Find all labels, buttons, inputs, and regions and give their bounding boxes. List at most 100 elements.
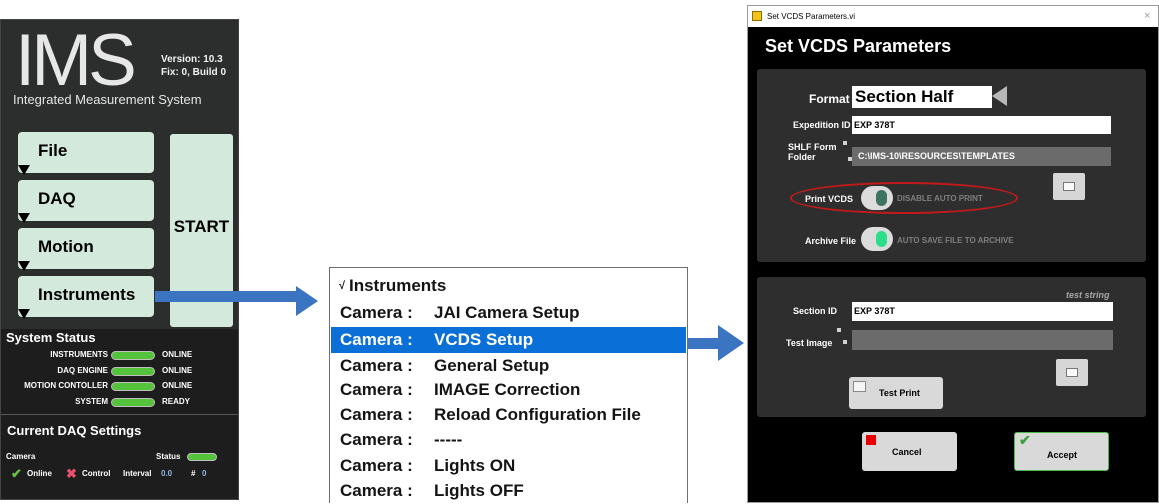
close-icon[interactable]: × — [1144, 6, 1150, 27]
menu-label: DAQ — [38, 189, 76, 208]
shlf-folder-path-field[interactable]: C:\IMS-10\RESOURCES\TEMPLATES — [852, 147, 1111, 166]
archive-file-toggle[interactable] — [861, 227, 893, 251]
status-label: DAQ ENGINE — [57, 366, 108, 375]
browse-image-button[interactable] — [1056, 359, 1088, 386]
menu-label: File — [38, 141, 68, 160]
menu-label: Instruments — [38, 285, 136, 304]
menu-item-general-setup[interactable]: Camera : General Setup — [331, 353, 686, 379]
dropdown-triangle-icon — [18, 213, 30, 223]
menu-item-label: General Setup — [434, 356, 550, 375]
menu-item-label: ----- — [434, 430, 463, 449]
build-number: Fix: 0, Build 0 — [161, 67, 227, 78]
test-print-label: Test Print — [879, 388, 920, 398]
accept-label: Accept — [1047, 450, 1078, 460]
toggle-knob — [876, 190, 887, 206]
test-print-button[interactable]: Test Print — [849, 377, 943, 409]
menu-item-reload-configuration[interactable]: Camera : Reload Configuration File — [331, 402, 686, 428]
expedition-id-field[interactable]: EXP 378T — [852, 116, 1111, 134]
menu-item-separator[interactable]: Camera : ----- — [331, 427, 686, 453]
version-info: Version: 10.3 Fix: 0, Build 0 — [161, 53, 226, 79]
dropdown-triangle-icon — [18, 165, 30, 175]
printer-icon — [853, 381, 866, 392]
interval-label: Interval — [123, 469, 152, 478]
cancel-button[interactable]: Cancel — [862, 432, 957, 471]
dropdown-header-instruments[interactable]: √ Instruments — [331, 273, 686, 299]
archive-toggle-text: AUTO SAVE FILE TO ARCHIVE — [897, 236, 1014, 245]
menu-item-label: JAI Camera Setup — [434, 303, 580, 322]
menu-item-vcds-setup[interactable]: Camera : VCDS Setup — [331, 327, 686, 353]
daq-status-label: Status — [156, 452, 181, 461]
print-vcds-label: Print VCDS — [805, 194, 854, 204]
dropdown-triangle-icon — [18, 261, 30, 271]
menu-item-category: Camera : — [340, 456, 413, 475]
arrow-head-icon — [296, 286, 318, 316]
dialog-titlebar: Set VCDS Parameters.vi × — [748, 6, 1158, 27]
arrow-head-icon — [718, 325, 744, 361]
format-selector[interactable]: Section Half — [852, 86, 992, 108]
status-value: ONLINE — [162, 366, 193, 375]
checkmark-icon: ✔ — [11, 466, 22, 481]
vcds-dialog-window: Set VCDS Parameters.vi × Set VCDS Parame… — [747, 5, 1159, 503]
menu-button-file[interactable]: File — [18, 132, 154, 175]
test-image-path-field[interactable] — [852, 330, 1113, 350]
menu-item-label: VCDS Setup — [434, 330, 534, 349]
menu-item-label: Reload Configuration File — [434, 405, 641, 424]
divider — [1, 414, 238, 415]
dialog-heading: Set VCDS Parameters — [765, 36, 952, 56]
arrow-shaft — [155, 291, 299, 302]
status-value: ONLINE — [162, 350, 193, 359]
menu-item-category: Camera : — [340, 356, 413, 375]
dropdown-header-label: Instruments — [349, 276, 447, 295]
toggle-knob — [876, 231, 887, 247]
status-value: READY — [162, 397, 191, 406]
app-icon — [752, 11, 762, 21]
menu-item-jai-camera-setup[interactable]: Camera : JAI Camera Setup — [331, 300, 686, 326]
status-label: MOTION CONTOLLER — [24, 381, 108, 390]
daq-status-led — [187, 453, 217, 461]
folder-icon — [1063, 182, 1075, 191]
test-string-caption: test string — [1066, 290, 1110, 300]
status-label: INSTRUMENTS — [50, 350, 108, 359]
print-vcds-toggle[interactable] — [861, 186, 893, 210]
flow-arrow-2 — [688, 325, 746, 361]
ims-subtitle: Integrated Measurement System — [13, 92, 202, 107]
indicator-dot — [837, 328, 841, 332]
indicator-dot — [843, 340, 847, 344]
accept-button[interactable]: ✔ Accept — [1014, 432, 1109, 471]
cancel-label: Cancel — [892, 447, 922, 457]
system-status-title: System Status — [6, 330, 96, 345]
count-label: # — [191, 469, 196, 478]
folder-icon — [1066, 368, 1078, 377]
check-icon: √ — [339, 280, 346, 292]
section-id-field[interactable]: EXP 378T — [852, 302, 1113, 321]
menu-item-category: Camera : — [340, 405, 413, 424]
control-label: Control — [82, 469, 111, 478]
ims-main-window: IMS Version: 10.3 Fix: 0, Build 0 Integr… — [0, 19, 239, 500]
version-number: Version: 10.3 — [161, 54, 223, 65]
daq-settings-title: Current DAQ Settings — [7, 423, 142, 438]
status-row-motion-controller: MOTION CONTOLLER ONLINE — [1, 380, 238, 392]
ims-logo: IMS — [15, 20, 137, 101]
menu-item-category: Camera : — [340, 380, 413, 399]
menu-button-motion[interactable]: Motion — [18, 228, 154, 271]
menu-button-daq[interactable]: DAQ — [18, 180, 154, 223]
arrow-shaft — [688, 338, 720, 349]
menu-item-lights-on[interactable]: Camera : Lights ON — [331, 453, 686, 479]
format-decrement-arrow-icon[interactable] — [992, 86, 1007, 106]
daq-settings-row: ✔ Online ✖ Control Interval 0.0 # 0 — [11, 466, 238, 482]
status-label: SYSTEM — [75, 397, 108, 406]
dropdown-triangle-icon — [18, 309, 30, 319]
menu-button-instruments[interactable]: Instruments — [18, 276, 154, 319]
browse-folder-button[interactable] — [1053, 173, 1085, 200]
window-title: Set VCDS Parameters.vi — [767, 12, 856, 21]
status-led — [111, 398, 155, 407]
status-row-daq-engine: DAQ ENGINE ONLINE — [1, 365, 238, 377]
menu-item-lights-off[interactable]: Camera : Lights OFF — [331, 478, 686, 504]
expedition-id-label: Expedition ID — [793, 120, 851, 130]
menu-item-category: Camera : — [340, 481, 413, 500]
indicator-dot — [843, 141, 847, 145]
archive-file-label: Archive File — [805, 236, 857, 246]
menu-item-image-correction[interactable]: Camera : IMAGE Correction — [331, 377, 686, 403]
shlf-folder-label: SHLF Form Folder — [788, 142, 837, 162]
menu-label: Motion — [38, 237, 94, 256]
